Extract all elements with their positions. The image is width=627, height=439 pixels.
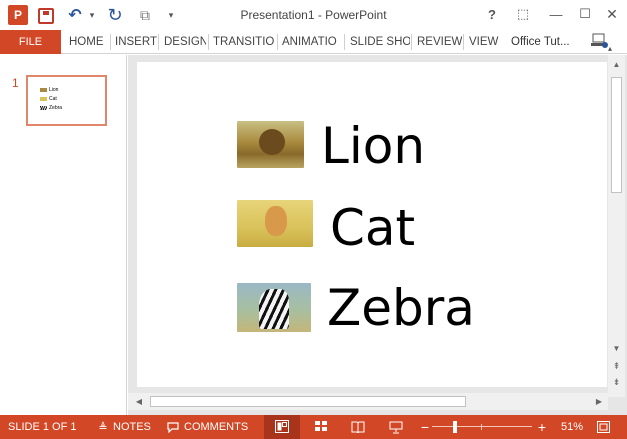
slide-number: 1: [12, 76, 19, 90]
scroll-right-icon[interactable]: ▶: [592, 393, 606, 410]
horizontal-scrollbar[interactable]: ◀ ▶: [128, 393, 608, 410]
normal-view-button[interactable]: [264, 415, 300, 439]
zoom-in-icon[interactable]: +: [535, 419, 549, 435]
fit-to-window-icon[interactable]: [596, 420, 610, 434]
account-name[interactable]: Office Tut...: [511, 30, 570, 54]
tab-divider: [277, 34, 278, 50]
minimize-button[interactable]: —: [548, 6, 564, 22]
thumbnail-label: Zebra: [49, 105, 63, 111]
zoom-center-mark: [481, 424, 482, 430]
tab-divider: [411, 34, 412, 50]
vertical-scrollbar[interactable]: ▲ ▼: [608, 55, 625, 397]
slide-text-zebra[interactable]: Zebra: [327, 283, 475, 333]
thumbnail-row: Lion: [40, 87, 58, 93]
horizontal-scroll-thumb[interactable]: [150, 396, 466, 407]
kitten-photo-icon: [40, 97, 47, 101]
previous-slide-icon[interactable]: ⇞: [608, 359, 625, 373]
zebra-photo-icon: [40, 106, 47, 110]
vertical-scroll-thumb[interactable]: [611, 77, 622, 193]
comments-button[interactable]: COMMENTS: [184, 415, 248, 439]
tab-divider: [344, 34, 345, 50]
tab-divider: [158, 34, 159, 50]
tab-divider: [110, 34, 111, 50]
window-title: Presentation1 - PowerPoint: [240, 8, 387, 22]
tab-insert[interactable]: INSERT: [115, 30, 157, 54]
comments-icon: [166, 420, 180, 434]
slide-text-cat[interactable]: Cat: [330, 203, 415, 253]
maximize-button[interactable]: ☐: [577, 6, 593, 22]
slide-indicator[interactable]: SLIDE 1 OF 1: [8, 415, 76, 439]
slide-show-icon[interactable]: [389, 420, 403, 434]
ribbon-tabs: FILE HOME INSERT DESIGN TRANSITIO ANIMAT…: [0, 30, 627, 54]
zebra-photo[interactable]: [237, 283, 311, 332]
tab-animations[interactable]: ANIMATIO: [282, 30, 342, 54]
tab-view[interactable]: VIEW: [469, 30, 499, 54]
tab-slide-show[interactable]: SLIDE SHO: [350, 30, 410, 54]
thumbnail-label: Cat: [49, 96, 57, 102]
tab-divider: [463, 34, 464, 50]
tab-divider: [208, 34, 209, 50]
scroll-up-icon[interactable]: ▲: [608, 57, 625, 71]
zoom-percent[interactable]: 51%: [561, 415, 583, 439]
slide-canvas[interactable]: Lion Cat Zebra: [137, 62, 607, 387]
tab-review[interactable]: REVIEW: [417, 30, 462, 54]
zoom-slider[interactable]: [432, 426, 532, 427]
tab-transitions[interactable]: TRANSITIO: [213, 30, 275, 54]
tab-design[interactable]: DESIGN: [164, 30, 206, 54]
lion-photo-icon: [40, 88, 47, 92]
notes-icon: ≜: [98, 421, 108, 434]
reading-view-icon[interactable]: [351, 420, 365, 434]
tab-home[interactable]: HOME: [69, 30, 107, 54]
close-button[interactable]: ✕: [604, 6, 620, 22]
thumbnail-row: Zebra: [40, 105, 62, 111]
scroll-left-icon[interactable]: ◀: [132, 393, 146, 410]
help-button[interactable]: ?: [484, 6, 500, 22]
kitten-photo[interactable]: [237, 200, 313, 247]
slide-thumbnails-pane: 1 Lion Cat Zebra: [0, 55, 127, 415]
slide-editor: Lion Cat Zebra ▲ ▼ ⇞ ⇟ ◀ ▶: [128, 55, 627, 415]
scroll-down-icon[interactable]: ▼: [608, 341, 625, 355]
notes-button[interactable]: NOTES: [113, 415, 151, 439]
thumbnail-row: Cat: [40, 96, 57, 102]
slide-thumbnail[interactable]: Lion Cat Zebra: [26, 75, 107, 126]
lion-photo[interactable]: [237, 121, 304, 168]
next-slide-icon[interactable]: ⇟: [608, 375, 625, 389]
zoom-slider-thumb[interactable]: [452, 421, 457, 433]
ribbon-display-options-button[interactable]: ⬚: [515, 6, 531, 22]
title-bar: P ↶ ▾ ↻ ⧉ ▾ Presentation1 - PowerPoint ?…: [0, 0, 627, 30]
status-bar: SLIDE 1 OF 1 ≜ NOTES COMMENTS − + 51%: [0, 415, 627, 439]
slide-sorter-icon[interactable]: [314, 420, 328, 434]
zoom-out-icon[interactable]: −: [418, 419, 432, 435]
slide-text-lion[interactable]: Lion: [321, 121, 425, 171]
collapse-ribbon-icon[interactable]: ▴: [608, 44, 618, 53]
account-avatar-icon[interactable]: [591, 32, 609, 50]
tab-file[interactable]: FILE: [0, 30, 61, 54]
thumbnail-label: Lion: [49, 87, 59, 93]
